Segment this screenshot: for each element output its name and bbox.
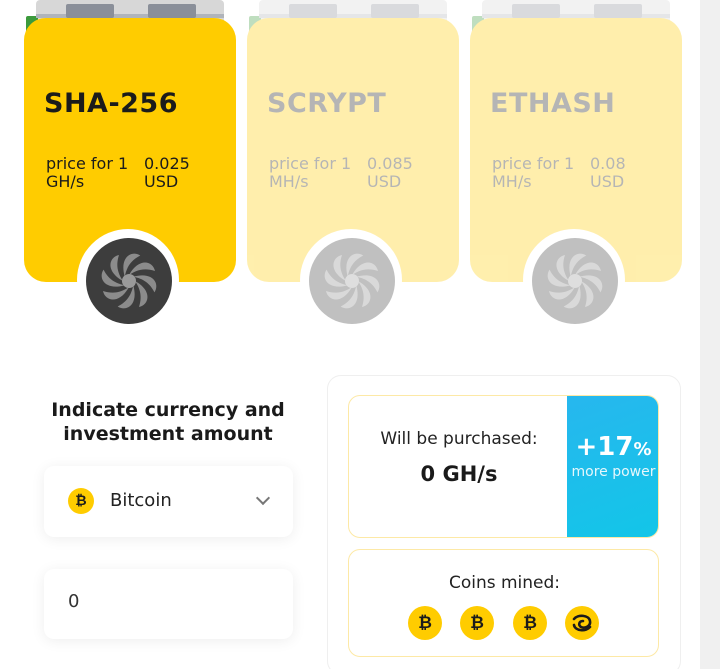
page-edge <box>700 0 720 669</box>
price-value: 0.085 USD <box>367 154 413 191</box>
algo-card-sha256[interactable]: SHA-256 price for 1 GH/s 0.025 USD <box>24 0 236 331</box>
purchase-box: Will be purchased: 0 GH/s +17% more powe… <box>348 395 659 538</box>
price-value: 0.08 USD <box>590 154 626 191</box>
purchase-value: 0 GH/s <box>420 462 498 486</box>
algo-card-ethash[interactable]: ETHASH price for 1 MH/s 0.08 USD <box>470 0 682 331</box>
price-label: price for 1 GH/s <box>46 154 129 191</box>
bonus-text: more power <box>571 464 656 480</box>
price-label: price for 1 MH/s <box>269 154 352 191</box>
chevron-down-icon <box>255 490 271 506</box>
purchase-label: Will be purchased: <box>380 429 538 449</box>
algo-card-scrypt[interactable]: SCRYPT price for 1 MH/s 0.085 USD <box>247 0 459 331</box>
bitcoin-icon: ₿ <box>408 606 442 640</box>
form-title: Indicate currency and investment amount <box>51 399 285 445</box>
fan-icon <box>86 238 172 324</box>
price-value: 0.025 USD <box>144 154 190 191</box>
bonus-badge: +17% more power <box>567 396 658 537</box>
coins-mined-label: Coins mined: <box>448 573 561 593</box>
algo-name: ETHASH <box>490 88 616 119</box>
bitcoin-icon: ₿ <box>513 606 547 640</box>
fan-icon <box>532 238 618 324</box>
currency-select[interactable]: ₿ Bitcoin <box>44 466 293 537</box>
bonus-number: +17 <box>575 432 634 462</box>
bitcoin-icon: ₿ <box>460 606 494 640</box>
bonus-value: +17% <box>567 432 658 462</box>
amount-field[interactable] <box>44 569 293 639</box>
bonus-unit: % <box>633 439 652 460</box>
algo-name: SHA-256 <box>44 88 179 119</box>
currency-selected: Bitcoin <box>110 490 172 511</box>
price-label: price for 1 MH/s <box>492 154 575 191</box>
coins-mined-box: Coins mined: ₿ ₿ ₿ <box>348 549 659 657</box>
fan-icon <box>309 238 395 324</box>
algo-name: SCRYPT <box>267 88 387 119</box>
bitcoin-icon: ₿ <box>68 488 94 514</box>
amount-input[interactable] <box>68 591 268 612</box>
spiral-coin-icon <box>565 606 599 640</box>
